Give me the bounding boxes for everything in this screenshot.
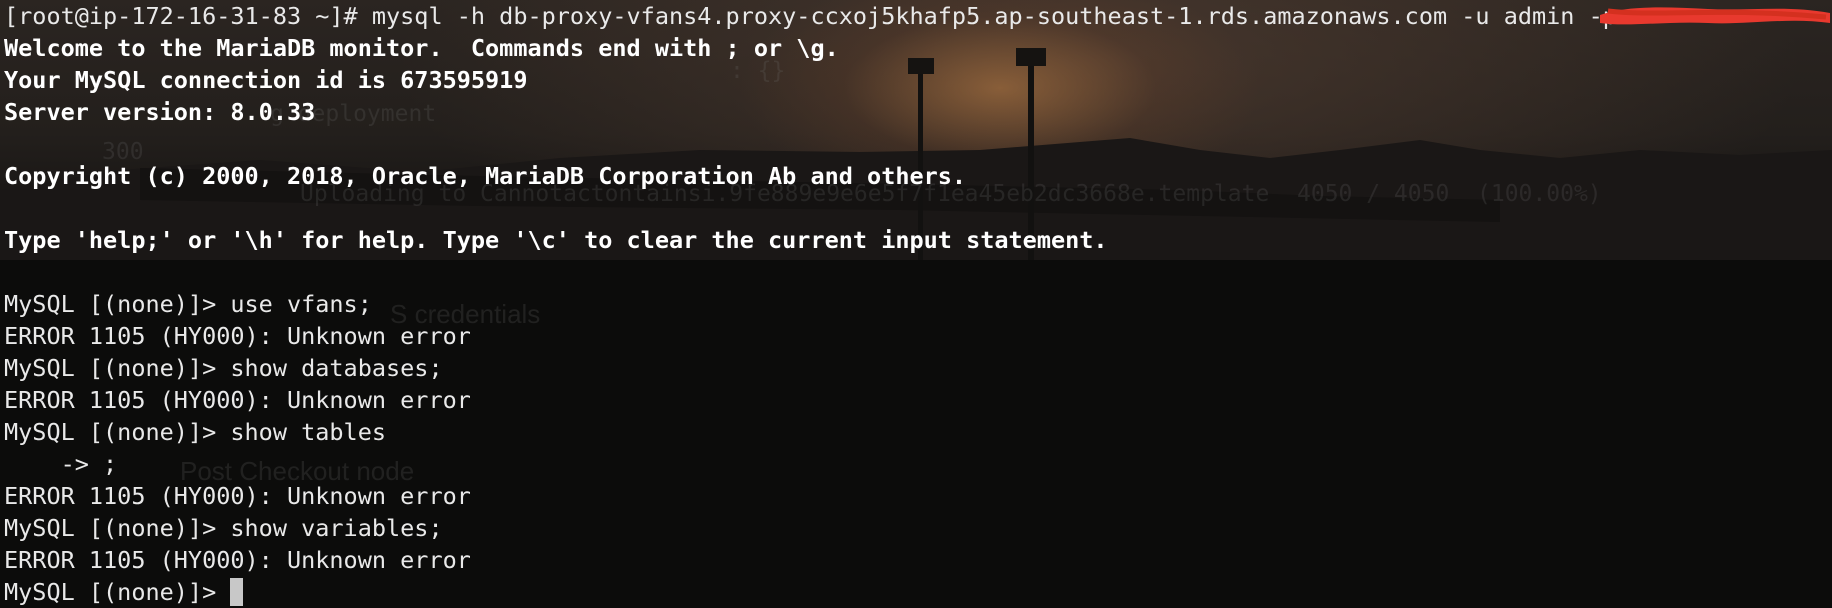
mysql-command-line: MySQL [(none)]> show databases;	[4, 354, 443, 382]
active-prompt-line[interactable]: MySQL [(none)]>	[4, 576, 1832, 608]
error-line: ERROR 1105 (HY000): Unknown error	[4, 386, 471, 414]
error-line: ERROR 1105 (HY000): Unknown error	[4, 482, 471, 510]
error-line: ERROR 1105 (HY000): Unknown error	[4, 546, 471, 574]
error-line: ERROR 1105 (HY000): Unknown error	[4, 322, 471, 350]
connection-id-line: Your MySQL connection id is 673595919	[4, 66, 528, 94]
continuation-line: -> ;	[4, 450, 118, 478]
server-version-line: Server version: 8.0.33	[4, 98, 316, 126]
mysql-command-line: MySQL [(none)]> show tables	[4, 418, 387, 446]
text-cursor[interactable]	[230, 578, 244, 606]
welcome-line: Welcome to the MariaDB monitor. Commands…	[4, 34, 839, 62]
mysql-command-line: MySQL [(none)]> use vfans;	[4, 290, 372, 318]
terminal-output: [root@ip-172-16-31-83 ~]# mysql -h db-pr…	[4, 0, 1832, 608]
shell-command-line: [root@ip-172-16-31-83 ~]# mysql -h db-pr…	[4, 2, 1617, 30]
mysql-command-line: MySQL [(none)]> show variables;	[4, 514, 443, 542]
terminal-window[interactable]: : {} g deployment 300 Uploading to Canno…	[0, 0, 1832, 608]
mysql-prompt: MySQL [(none)]>	[4, 578, 231, 606]
copyright-line: Copyright (c) 2000, 2018, Oracle, MariaD…	[4, 162, 967, 190]
help-hint-line: Type 'help;' or '\h' for help. Type '\c'…	[4, 226, 1108, 254]
